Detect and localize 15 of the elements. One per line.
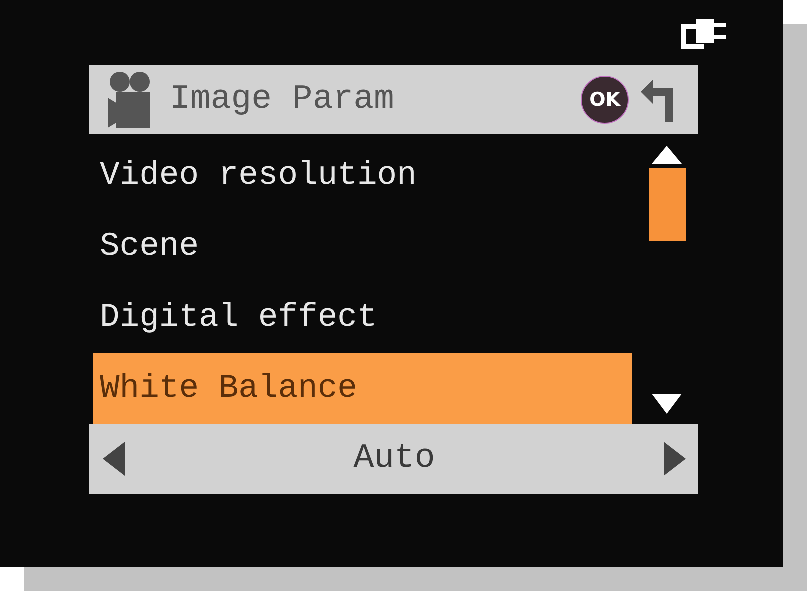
right-arrow-icon[interactable] [664,442,686,476]
menu-title: Image Param [170,80,394,118]
menu-item[interactable]: Scene [93,211,632,282]
left-arrow-icon[interactable] [103,442,125,476]
value-selector[interactable]: Auto [89,424,698,494]
scroll-up-icon[interactable] [652,146,682,164]
value-text: Auto [354,440,436,478]
ok-button[interactable]: OK [581,76,629,124]
menu-item[interactable]: Video resolution [93,140,632,211]
scroll-thumb[interactable] [648,168,686,241]
menu-item[interactable]: White Balance [93,353,632,424]
back-icon[interactable] [639,78,675,122]
scroll-down-icon[interactable] [652,394,682,414]
menu-item[interactable]: Digital effect [93,282,632,353]
video-camera-icon [108,70,152,130]
